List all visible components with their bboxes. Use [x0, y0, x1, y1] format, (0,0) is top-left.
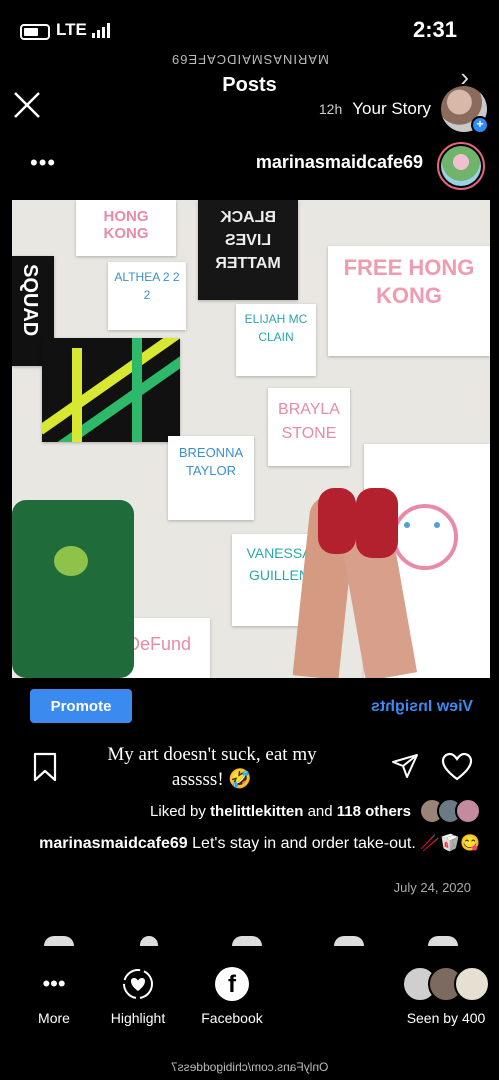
avatar [441, 146, 481, 186]
close-icon[interactable] [12, 90, 42, 120]
caption-username[interactable]: marinasmaidcafe69 [39, 835, 188, 852]
story-time: 12h [318, 101, 343, 117]
story-avatar[interactable]: + [441, 86, 489, 134]
more-options-icon[interactable]: ••• [30, 150, 56, 176]
facebook-icon: f [214, 966, 250, 1002]
story-label: Your Story [352, 99, 431, 118]
peek-icon [428, 936, 458, 946]
view-insights-link[interactable]: View Insights [371, 698, 473, 716]
post-username[interactable]: marinasmaidcafe69 [256, 152, 423, 173]
account-name-overlay: MARINASMAIDCAFE69 [170, 52, 329, 67]
network-label: LTE [56, 20, 87, 39]
post-image[interactable]: HONG KONG BLACK LIVES MATTER SQUAD ALTHE… [12, 200, 490, 678]
peek-icon [140, 936, 158, 946]
liked-by-user[interactable]: thelittlekitten [210, 803, 303, 820]
more-icon: ••• [42, 971, 66, 996]
share-icon[interactable] [391, 752, 419, 780]
more-button[interactable]: ••• More [8, 966, 100, 1026]
post-avatar[interactable] [437, 142, 485, 190]
pickle-pillow [12, 500, 134, 678]
battery-icon [20, 24, 50, 40]
highlight-button[interactable]: Highlight [92, 966, 184, 1026]
liker-avatars [419, 798, 481, 824]
caption-text: Let's stay in and order take-out. 🥢🥡😋 [192, 835, 480, 852]
post-caption: marinasmaidcafe69 Let's stay in and orde… [30, 832, 480, 856]
highlight-icon [120, 966, 156, 1002]
caption-overlay: My art doesn't suck, eat my asssss! 🤣 [107, 744, 317, 790]
sock-left [318, 488, 356, 554]
peek-icon [44, 936, 74, 946]
canvas-brayla: BRAYLA STONE [268, 388, 350, 466]
canvas-hong-kong: HONG KONG [76, 200, 176, 256]
canvas-black-lives-matter: BLACK LIVES MATTER [198, 200, 298, 300]
canvas-stripes [42, 338, 180, 442]
promote-button[interactable]: Promote [30, 689, 132, 723]
bookmark-icon[interactable] [32, 752, 58, 782]
canvas-breonna: BREONNA TAYLOR [168, 436, 254, 520]
heart-icon[interactable] [441, 752, 473, 782]
seen-by-button[interactable]: Seen by 400 [394, 966, 498, 1026]
canvas-free-hong-kong: FREE HONG KONG [328, 246, 490, 356]
story-item[interactable]: 12h Your Story + [318, 86, 489, 134]
sheet-top-icons [0, 936, 499, 950]
liked-by-prefix: Liked by [150, 802, 206, 820]
post-date: July 24, 2020 [393, 880, 471, 895]
liked-by-others[interactable]: 118 others [337, 803, 411, 820]
post-header: ••• marinasmaidcafe69 [0, 138, 499, 192]
add-story-icon[interactable]: + [471, 116, 489, 134]
canvas-althea: ALTHEA 2 2 2 [108, 262, 186, 330]
liked-by-and: and [307, 802, 333, 820]
signal-icon [92, 22, 114, 38]
peek-icon [232, 936, 262, 946]
sock-right [356, 488, 398, 558]
facebook-button[interactable]: f Facebook [186, 966, 278, 1026]
seen-avatars [394, 966, 498, 1002]
clock: 2:31 [412, 17, 457, 42]
peek-icon [334, 936, 364, 946]
likes-row[interactable]: Liked by thelittlekitten and 118 others [150, 798, 481, 824]
canvas-elijah: ELIJAH MC CLAIN [236, 304, 316, 376]
watermark: OnlyFans.com/chibigoddess7 [170, 1060, 329, 1074]
